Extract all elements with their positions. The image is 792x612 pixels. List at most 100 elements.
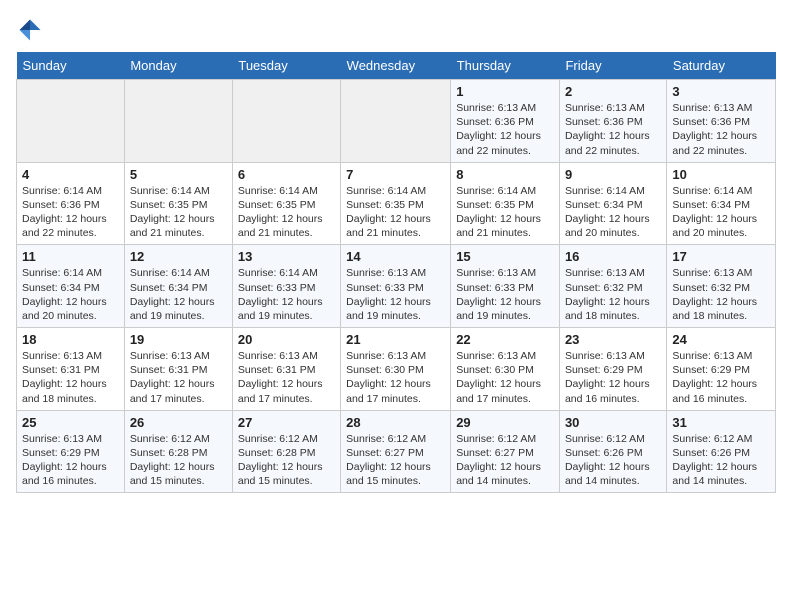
- day-info: Sunrise: 6:13 AM Sunset: 6:36 PM Dayligh…: [456, 101, 554, 158]
- day-number: 20: [238, 332, 335, 347]
- day-cell: 5Sunrise: 6:14 AM Sunset: 6:35 PM Daylig…: [124, 162, 232, 245]
- day-info: Sunrise: 6:13 AM Sunset: 6:36 PM Dayligh…: [672, 101, 770, 158]
- day-cell: 8 Sunrise: 6:14 AM Sunset: 6:35 PM Daylig…: [451, 162, 560, 245]
- day-cell: 7 Sunrise: 6:14 AM Sunset: 6:35 PM Daylig…: [341, 162, 451, 245]
- day-number: 7: [346, 167, 445, 182]
- day-number: 4: [22, 167, 119, 182]
- day-number: 9: [565, 167, 661, 182]
- day-cell: 10 Sunrise: 6:14 AM Sunset: 6:34 PM Dayli…: [667, 162, 776, 245]
- day-cell: 25Sunrise: 6:13 AM Sunset: 6:29 PM Dayli…: [17, 410, 125, 493]
- day-number: 2: [565, 84, 661, 99]
- day-number: 23: [565, 332, 661, 347]
- week-row-4: 25Sunrise: 6:13 AM Sunset: 6:29 PM Dayli…: [17, 410, 776, 493]
- day-info: Sunrise: 6:13 AM Sunset: 6:31 PM Dayligh…: [130, 349, 227, 406]
- day-cell: 24Sunrise: 6:13 AM Sunset: 6:29 PM Dayli…: [667, 328, 776, 411]
- day-number: 6: [238, 167, 335, 182]
- day-info: Sunrise: 6:12 AM Sunset: 6:26 PM Dayligh…: [565, 432, 661, 489]
- calendar-header: SundayMondayTuesdayWednesdayThursdayFrid…: [17, 52, 776, 80]
- day-info: Sunrise: 6:14 AM Sunset: 6:34 PM Dayligh…: [130, 266, 227, 323]
- day-number: 31: [672, 415, 770, 430]
- day-info: Sunrise: 6:14 AM Sunset: 6:35 PM Dayligh…: [238, 184, 335, 241]
- day-info: Sunrise: 6:12 AM Sunset: 6:28 PM Dayligh…: [238, 432, 335, 489]
- day-cell: 17 Sunrise: 6:13 AM Sunset: 6:32 PM Dayli…: [667, 245, 776, 328]
- day-cell: [124, 80, 232, 163]
- day-cell: 23 Sunrise: 6:13 AM Sunset: 6:29 PM Dayli…: [559, 328, 666, 411]
- day-number: 18: [22, 332, 119, 347]
- day-info: Sunrise: 6:14 AM Sunset: 6:35 PM Dayligh…: [456, 184, 554, 241]
- day-number: 10: [672, 167, 770, 182]
- day-cell: 16 Sunrise: 6:13 AM Sunset: 6:32 PM Dayli…: [559, 245, 666, 328]
- day-number: 1: [456, 84, 554, 99]
- day-info: Sunrise: 6:13 AM Sunset: 6:29 PM Dayligh…: [672, 349, 770, 406]
- week-row-3: 18 Sunrise: 6:13 AM Sunset: 6:31 PM Dayli…: [17, 328, 776, 411]
- day-info: Sunrise: 6:14 AM Sunset: 6:35 PM Dayligh…: [130, 184, 227, 241]
- day-number: 8: [456, 167, 554, 182]
- day-info: Sunrise: 6:13 AM Sunset: 6:30 PM Dayligh…: [456, 349, 554, 406]
- day-info: Sunrise: 6:13 AM Sunset: 6:32 PM Dayligh…: [565, 266, 661, 323]
- day-number: 16: [565, 249, 661, 264]
- day-cell: 2 Sunrise: 6:13 AM Sunset: 6:36 PM Daylig…: [559, 80, 666, 163]
- header-day-tuesday: Tuesday: [232, 52, 340, 80]
- header-day-saturday: Saturday: [667, 52, 776, 80]
- day-info: Sunrise: 6:13 AM Sunset: 6:36 PM Dayligh…: [565, 101, 661, 158]
- day-cell: [232, 80, 340, 163]
- day-number: 11: [22, 249, 119, 264]
- day-cell: 22 Sunrise: 6:13 AM Sunset: 6:30 PM Dayli…: [451, 328, 560, 411]
- header-day-sunday: Sunday: [17, 52, 125, 80]
- day-info: Sunrise: 6:14 AM Sunset: 6:33 PM Dayligh…: [238, 266, 335, 323]
- day-info: Sunrise: 6:13 AM Sunset: 6:29 PM Dayligh…: [565, 349, 661, 406]
- calendar-body: 1 Sunrise: 6:13 AM Sunset: 6:36 PM Daylig…: [17, 80, 776, 493]
- day-cell: 11 Sunrise: 6:14 AM Sunset: 6:34 PM Dayli…: [17, 245, 125, 328]
- week-row-1: 4 Sunrise: 6:14 AM Sunset: 6:36 PM Daylig…: [17, 162, 776, 245]
- week-row-0: 1 Sunrise: 6:13 AM Sunset: 6:36 PM Daylig…: [17, 80, 776, 163]
- day-cell: 26Sunrise: 6:12 AM Sunset: 6:28 PM Dayli…: [124, 410, 232, 493]
- day-info: Sunrise: 6:14 AM Sunset: 6:34 PM Dayligh…: [672, 184, 770, 241]
- day-cell: 3Sunrise: 6:13 AM Sunset: 6:36 PM Daylig…: [667, 80, 776, 163]
- day-number: 12: [130, 249, 227, 264]
- header-day-thursday: Thursday: [451, 52, 560, 80]
- day-info: Sunrise: 6:13 AM Sunset: 6:33 PM Dayligh…: [456, 266, 554, 323]
- day-info: Sunrise: 6:13 AM Sunset: 6:30 PM Dayligh…: [346, 349, 445, 406]
- day-info: Sunrise: 6:14 AM Sunset: 6:35 PM Dayligh…: [346, 184, 445, 241]
- day-number: 19: [130, 332, 227, 347]
- day-number: 26: [130, 415, 227, 430]
- day-cell: 21 Sunrise: 6:13 AM Sunset: 6:30 PM Dayli…: [341, 328, 451, 411]
- day-info: Sunrise: 6:14 AM Sunset: 6:34 PM Dayligh…: [565, 184, 661, 241]
- day-info: Sunrise: 6:12 AM Sunset: 6:27 PM Dayligh…: [346, 432, 445, 489]
- week-row-2: 11 Sunrise: 6:14 AM Sunset: 6:34 PM Dayli…: [17, 245, 776, 328]
- header-row: SundayMondayTuesdayWednesdayThursdayFrid…: [17, 52, 776, 80]
- day-cell: 6 Sunrise: 6:14 AM Sunset: 6:35 PM Daylig…: [232, 162, 340, 245]
- day-number: 25: [22, 415, 119, 430]
- header-day-friday: Friday: [559, 52, 666, 80]
- day-info: Sunrise: 6:13 AM Sunset: 6:33 PM Dayligh…: [346, 266, 445, 323]
- day-info: Sunrise: 6:12 AM Sunset: 6:27 PM Dayligh…: [456, 432, 554, 489]
- day-number: 22: [456, 332, 554, 347]
- day-info: Sunrise: 6:12 AM Sunset: 6:26 PM Dayligh…: [672, 432, 770, 489]
- day-info: Sunrise: 6:14 AM Sunset: 6:34 PM Dayligh…: [22, 266, 119, 323]
- day-number: 13: [238, 249, 335, 264]
- day-cell: 29Sunrise: 6:12 AM Sunset: 6:27 PM Dayli…: [451, 410, 560, 493]
- day-number: 21: [346, 332, 445, 347]
- day-cell: 15 Sunrise: 6:13 AM Sunset: 6:33 PM Dayli…: [451, 245, 560, 328]
- day-number: 17: [672, 249, 770, 264]
- day-cell: 30 Sunrise: 6:12 AM Sunset: 6:26 PM Dayli…: [559, 410, 666, 493]
- day-cell: [341, 80, 451, 163]
- day-info: Sunrise: 6:13 AM Sunset: 6:32 PM Dayligh…: [672, 266, 770, 323]
- day-cell: [17, 80, 125, 163]
- day-number: 15: [456, 249, 554, 264]
- day-number: 27: [238, 415, 335, 430]
- day-cell: 12 Sunrise: 6:14 AM Sunset: 6:34 PM Dayli…: [124, 245, 232, 328]
- day-number: 30: [565, 415, 661, 430]
- day-cell: 28 Sunrise: 6:12 AM Sunset: 6:27 PM Dayli…: [341, 410, 451, 493]
- day-cell: 13 Sunrise: 6:14 AM Sunset: 6:33 PM Dayli…: [232, 245, 340, 328]
- logo-icon: [16, 16, 44, 44]
- day-info: Sunrise: 6:13 AM Sunset: 6:31 PM Dayligh…: [22, 349, 119, 406]
- logo: [16, 16, 48, 44]
- day-info: Sunrise: 6:13 AM Sunset: 6:31 PM Dayligh…: [238, 349, 335, 406]
- day-cell: 1 Sunrise: 6:13 AM Sunset: 6:36 PM Daylig…: [451, 80, 560, 163]
- day-number: 28: [346, 415, 445, 430]
- day-info: Sunrise: 6:14 AM Sunset: 6:36 PM Dayligh…: [22, 184, 119, 241]
- page-header: [16, 16, 776, 44]
- day-cell: 19 Sunrise: 6:13 AM Sunset: 6:31 PM Dayli…: [124, 328, 232, 411]
- day-cell: 14Sunrise: 6:13 AM Sunset: 6:33 PM Dayli…: [341, 245, 451, 328]
